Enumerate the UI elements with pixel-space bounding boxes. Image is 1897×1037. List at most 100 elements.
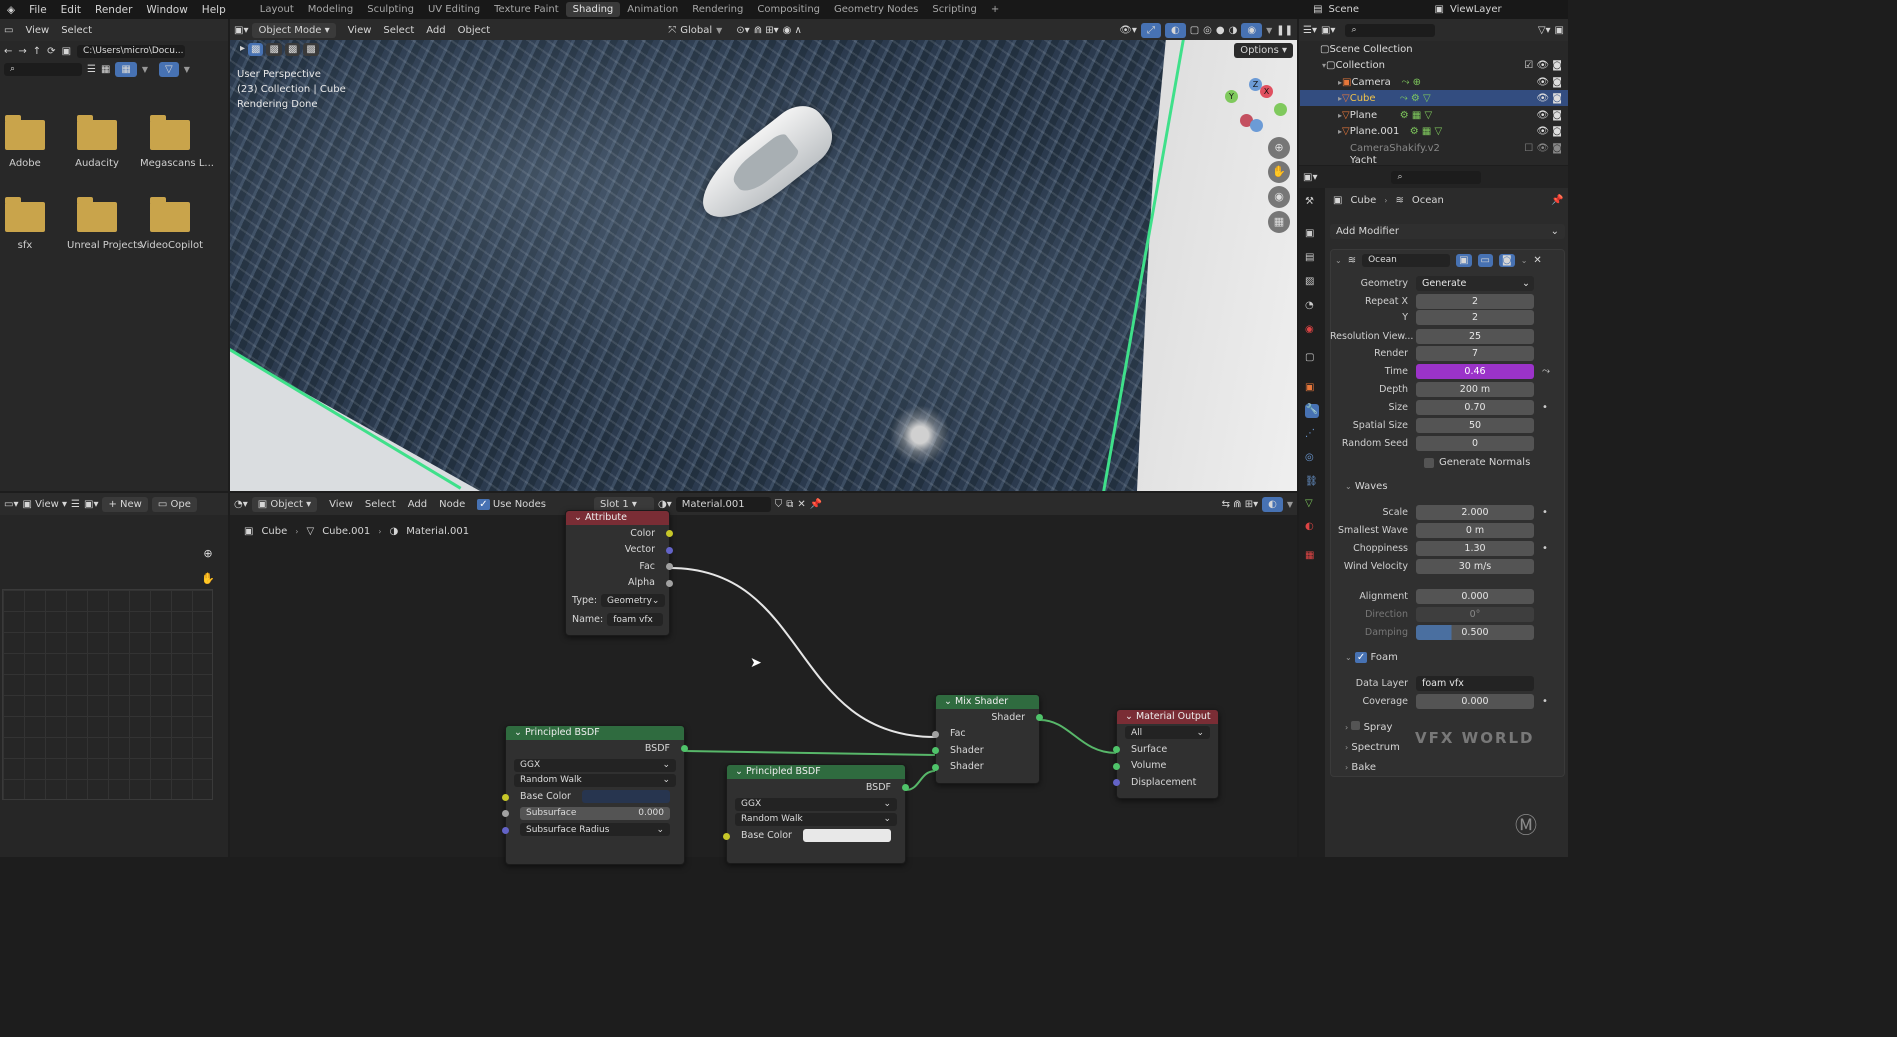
subsurface-method-dropdown[interactable]: Random Walk ⌄ xyxy=(514,773,676,787)
menu-render[interactable]: Render xyxy=(88,4,139,16)
scene-name[interactable]: Scene xyxy=(1329,4,1429,15)
render-tab-icon[interactable]: ▣ xyxy=(1305,228,1319,242)
gizmo-x-icon[interactable]: X xyxy=(1260,85,1273,98)
outliner-item-cube[interactable]: ▸ ▽ Cube ⤳ ⚙ ▽ 👁 ◙ xyxy=(1300,90,1568,106)
tab-geometry-nodes[interactable]: Geometry Nodes xyxy=(827,2,925,17)
filter-icon[interactable]: ▽ xyxy=(159,62,179,77)
collection-tab-icon[interactable]: ▢ xyxy=(1305,352,1319,366)
material-browse-icon[interactable]: ◑▾ xyxy=(658,499,672,510)
node-editor[interactable]: ▣ Cube › ▽ Cube.001 › ◑ Material.001 ⌄ A… xyxy=(230,510,1297,865)
socket-bsdf[interactable] xyxy=(681,745,688,752)
world-tab-icon[interactable]: ◉ xyxy=(1305,324,1319,338)
tab-animation[interactable]: Animation xyxy=(620,2,685,17)
editor-type-icon[interactable]: ▣▾ xyxy=(1303,172,1317,183)
output-target-dropdown[interactable]: All ⌄ xyxy=(1125,726,1210,739)
viewport-toggle-icon[interactable]: ▭ xyxy=(1477,253,1493,267)
list-view-icon[interactable]: ☰ xyxy=(87,64,96,75)
bake-section-header[interactable]: › Bake xyxy=(1345,762,1376,773)
editor-type-icon[interactable]: ◔▾ xyxy=(234,499,248,510)
node-header[interactable]: ⌄ Mix Shader xyxy=(936,695,1039,709)
socket-vector[interactable] xyxy=(666,546,673,554)
socket-color[interactable] xyxy=(666,530,673,537)
tab-texture-paint[interactable]: Texture Paint xyxy=(487,2,566,17)
menu-add[interactable]: Add xyxy=(426,25,445,36)
menu-help[interactable]: Help xyxy=(195,4,233,16)
select-invert-icon[interactable]: ▩ xyxy=(303,43,319,56)
folder-item[interactable]: VideoCopilot xyxy=(140,197,203,251)
menu-select[interactable]: Select xyxy=(383,25,414,36)
scene-icon[interactable]: ▤ xyxy=(1313,4,1322,15)
pause-render-icon[interactable]: ❚❚ xyxy=(1276,25,1293,36)
menu-object[interactable]: Object xyxy=(458,25,491,36)
snap-icon[interactable]: ⋒ ⊞▾ xyxy=(754,25,779,36)
close-icon[interactable]: ✕ xyxy=(797,499,805,510)
socket-base-color[interactable] xyxy=(723,832,730,840)
mix-shader-node[interactable]: ⌄ Mix Shader Shader Fac Shader Shader xyxy=(932,694,1043,784)
chevron-down-icon[interactable]: ⌄ xyxy=(1335,256,1342,265)
tab-modeling[interactable]: Modeling xyxy=(301,2,361,17)
edit-mode-toggle-icon[interactable]: ▣ xyxy=(1456,253,1472,267)
socket-fac[interactable] xyxy=(932,730,939,738)
folder-item[interactable]: Megascans L... xyxy=(140,115,214,169)
play-icon[interactable]: ▸ xyxy=(240,43,245,56)
driver-icon[interactable]: ⤳ xyxy=(1542,366,1550,377)
outliner-item-yacht[interactable]: Yacht xyxy=(1300,156,1568,165)
menu-view[interactable]: View xyxy=(348,25,372,36)
forward-icon[interactable]: → xyxy=(18,46,26,57)
tab-layout[interactable]: Layout xyxy=(253,2,301,17)
socket-displacement[interactable] xyxy=(1113,779,1120,786)
outliner-scene-collection[interactable]: ▢ Scene Collection xyxy=(1300,41,1568,57)
tab-shading[interactable]: Shading xyxy=(565,2,621,17)
gizmo-neg-y-icon[interactable] xyxy=(1274,103,1287,116)
material-output-node[interactable]: ⌄ Material Output All ⌄ Surface Volume Di… xyxy=(1113,709,1219,799)
foam-section-header[interactable]: ⌄ ✓ Foam xyxy=(1345,652,1398,663)
back-icon[interactable]: ← xyxy=(4,46,12,57)
pivot-icon[interactable]: ⊙▾ xyxy=(736,25,749,36)
tab-scripting[interactable]: Scripting xyxy=(925,2,983,17)
zoom-icon[interactable]: ⊕ xyxy=(197,543,219,565)
proportional-edit-icon[interactable]: ◉ ∧ xyxy=(783,25,802,36)
outliner-collection[interactable]: ▾ ▢ Collection ☑ 👁 ◙ xyxy=(1300,57,1568,73)
search-input[interactable]: ⌕ xyxy=(1345,23,1436,37)
node-header[interactable]: ⌄ Principled BSDF xyxy=(506,726,684,740)
visibility-icon[interactable]: 👁▾ xyxy=(1119,25,1137,36)
object-tab-icon[interactable]: ▣ xyxy=(1305,382,1319,396)
select-box-icon[interactable]: ▩ xyxy=(248,43,264,56)
pan-hand-icon[interactable]: ✋ xyxy=(1268,161,1290,183)
spray-section-header[interactable]: › Spray xyxy=(1345,721,1392,733)
menu-view[interactable]: View xyxy=(329,499,353,510)
refresh-icon[interactable]: ⟳ xyxy=(47,46,55,57)
transform-orientation-icon[interactable]: ⤧ xyxy=(668,25,676,36)
gizmo-neg-z-icon[interactable] xyxy=(1250,119,1263,132)
select-subtract-icon[interactable]: ▩ xyxy=(284,43,301,56)
socket-shader-out[interactable] xyxy=(1036,714,1043,721)
tab-sculpting[interactable]: Sculpting xyxy=(360,2,421,17)
outliner-item-plane-001[interactable]: ▸ ▽ Plane.001 ⚙ ▦ ▽ 👁 ◙ xyxy=(1300,123,1568,139)
output-tab-icon[interactable]: ▤ xyxy=(1305,252,1319,266)
socket-shader-in[interactable] xyxy=(932,747,939,754)
spectrum-section-header[interactable]: › Spectrum xyxy=(1345,742,1400,753)
tab-uv-editing[interactable]: UV Editing xyxy=(421,2,487,17)
generate-normals-checkbox[interactable]: Generate Normals xyxy=(1330,454,1568,471)
parent-dir-icon[interactable]: ↑ xyxy=(33,46,41,57)
snap-icon[interactable]: ⇆ ⋒ ⊞▾ xyxy=(1222,499,1259,510)
use-nodes-checkbox[interactable]: ✓ Use Nodes xyxy=(477,498,546,510)
path-field[interactable]: C:\Users\micro\Docu... xyxy=(77,45,186,58)
folder-item[interactable]: Unreal Projects xyxy=(67,197,142,251)
view-layer-tab-icon[interactable]: ▨ xyxy=(1305,276,1319,290)
socket-subsurface-radius[interactable] xyxy=(502,826,509,834)
base-color-swatch[interactable] xyxy=(803,829,891,843)
material-name-field[interactable]: Material.001 xyxy=(675,496,771,512)
subsurface-method-dropdown[interactable]: Random Walk ⌄ xyxy=(735,812,897,826)
outliner-item-camerashakify[interactable]: CameraShakify.v2 ☐ 👁 ◙ xyxy=(1300,140,1568,156)
modifier-tab-icon[interactable]: 🔧 xyxy=(1305,404,1319,418)
scene-tab-icon[interactable]: ◔ xyxy=(1305,300,1319,314)
shading-material-icon[interactable]: ◑ xyxy=(1229,25,1238,36)
xray-icon[interactable]: ▢ xyxy=(1190,25,1199,36)
editor-type-icon[interactable]: ▭▾ xyxy=(4,499,18,510)
node-header[interactable]: ⌄ Material Output xyxy=(1117,710,1218,724)
chevron-down-icon[interactable]: ▼ xyxy=(184,65,190,74)
blender-logo-icon[interactable]: ◈ xyxy=(0,4,22,16)
modifier-name-field[interactable]: Ocean xyxy=(1362,253,1451,267)
socket-base-color[interactable] xyxy=(502,793,509,801)
